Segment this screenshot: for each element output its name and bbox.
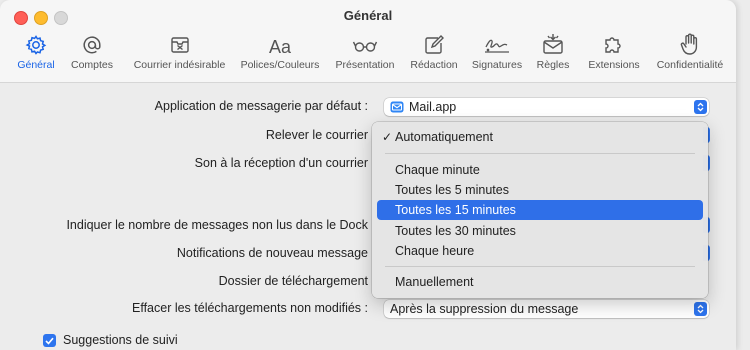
toolbar-tab-label: Courrier indésirable — [133, 59, 226, 71]
checkmark-icon: ✓ — [382, 130, 393, 144]
toolbar-tab-label: Polices/Couleurs — [240, 59, 320, 71]
remove-downloads-value: Après la suppression du message — [390, 302, 579, 316]
toolbar-tab-composing[interactable]: Rédaction — [404, 32, 464, 74]
toolbar-tab-junk[interactable]: Courrier indésirable — [127, 32, 232, 74]
hand-icon — [679, 32, 701, 56]
menu-separator — [385, 153, 695, 154]
mail-app-icon — [390, 101, 404, 113]
chevron-updown-icon — [694, 100, 707, 114]
default-app-popup[interactable]: Mail.app — [384, 98, 709, 116]
fonts-icon: Aa — [265, 32, 295, 56]
toolbar-tab-accounts[interactable]: Comptes — [67, 32, 117, 74]
toolbar-tab-general[interactable]: Général — [14, 32, 58, 74]
menu-item-automatic[interactable]: ✓ Automatiquement — [377, 127, 703, 147]
toolbar-tab-label: Présentation — [335, 59, 395, 71]
menu-item-manually[interactable]: Manuellement — [377, 272, 703, 292]
check-mail-dropdown-menu: ✓ Automatiquement Chaque minute Toutes l… — [372, 122, 708, 298]
checkmark-icon — [45, 337, 54, 345]
menu-item-every-15-minutes[interactable]: Toutes les 15 minutes — [377, 200, 703, 220]
compose-icon — [423, 32, 445, 56]
new-notifications-label: Notifications de nouveau message — [176, 246, 368, 260]
titlebar: Général Général Comptes Courrier indésir… — [0, 0, 736, 83]
glasses-icon — [352, 32, 378, 56]
downloads-folder-label: Dossier de téléchargement — [218, 274, 368, 288]
toolbar-tab-label: Règles — [536, 59, 570, 71]
preferences-window: Général Général Comptes Courrier indésir… — [0, 0, 736, 350]
menu-separator — [385, 266, 695, 267]
toolbar-tab-viewing[interactable]: Présentation — [330, 32, 400, 74]
menu-item-every-hour[interactable]: Chaque heure — [377, 241, 703, 261]
toolbar-tab-label: Confidentialité — [656, 59, 724, 71]
toolbar-tab-fonts[interactable]: Aa Polices/Couleurs — [237, 32, 323, 74]
toolbar-tab-rules[interactable]: Règles — [533, 32, 573, 74]
junk-tray-icon — [169, 32, 191, 56]
toolbar-tab-label: Signatures — [471, 59, 523, 71]
check-mail-label: Relever le courrier — [265, 128, 368, 142]
toolbar-tab-label: Général — [17, 59, 55, 71]
menu-item-every-5-minutes[interactable]: Toutes les 5 minutes — [377, 180, 703, 200]
window-title: Général — [343, 8, 393, 23]
toolbar-tab-signatures[interactable]: Signatures — [467, 32, 527, 74]
new-mail-sound-label: Son à la réception d'un courrier — [194, 156, 368, 170]
default-app-value: Mail.app — [409, 100, 457, 114]
svg-text:Aa: Aa — [269, 37, 292, 56]
toolbar-tab-extensions[interactable]: Extensions — [583, 32, 645, 74]
toolbar-tab-label: Comptes — [70, 59, 113, 71]
follow-up-checkbox[interactable] — [43, 334, 56, 347]
toolbar-tab-label: Extensions — [588, 59, 640, 71]
at-icon — [81, 32, 103, 56]
toolbar-tab-privacy[interactable]: Confidentialité — [651, 32, 729, 74]
remove-downloads-label: Effacer les téléchargements non modifiés… — [131, 301, 368, 315]
remove-downloads-popup[interactable]: Après la suppression du message — [384, 300, 709, 318]
toolbar-tab-label: Rédaction — [410, 59, 458, 71]
dock-unread-label: Indiquer le nombre de messages non lus d… — [66, 218, 368, 232]
chevron-updown-icon — [694, 302, 707, 316]
menu-item-every-minute[interactable]: Chaque minute — [377, 160, 703, 180]
puzzle-icon — [602, 32, 626, 56]
rules-envelope-icon — [541, 32, 565, 56]
signature-icon — [483, 32, 511, 56]
gear-icon — [25, 32, 47, 56]
default-app-label: Application de messagerie par défaut : — [154, 99, 368, 113]
menu-item-every-30-minutes[interactable]: Toutes les 30 minutes — [377, 221, 703, 241]
follow-up-label[interactable]: Suggestions de suivi — [63, 333, 178, 347]
